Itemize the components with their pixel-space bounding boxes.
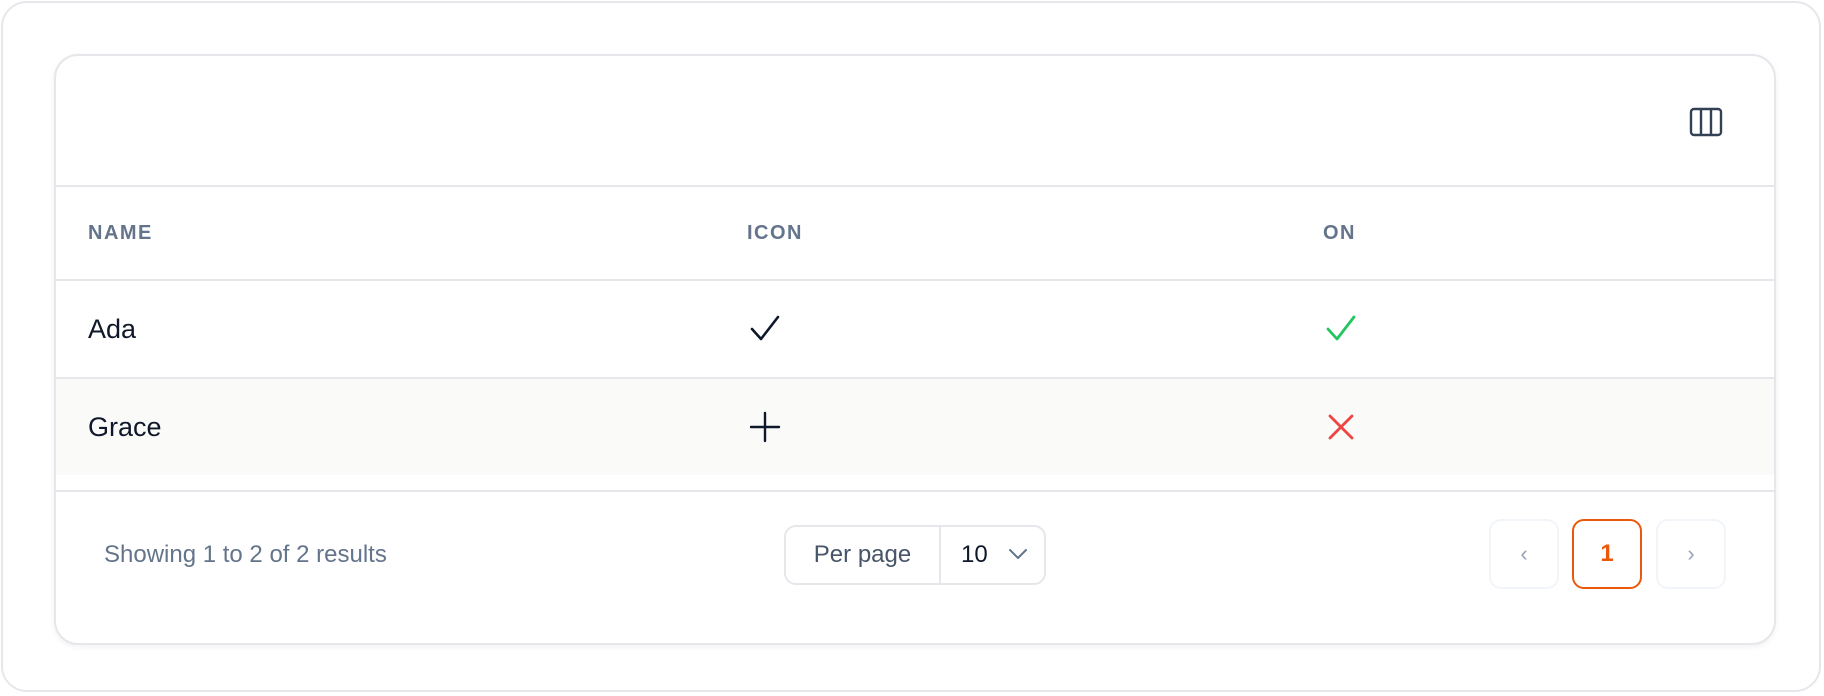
next-page-button[interactable]: ›	[1656, 519, 1726, 589]
row-icon-cell	[747, 379, 783, 475]
row-on-cell	[1323, 281, 1359, 377]
plus-icon	[749, 411, 781, 443]
column-header-on[interactable]: ON	[1323, 187, 1356, 279]
false-x-icon	[1328, 414, 1354, 440]
check-icon	[750, 315, 780, 341]
table-toolbar	[56, 56, 1774, 187]
results-summary: Showing 1 to 2 of 2 results	[104, 541, 387, 568]
columns-icon	[1689, 107, 1723, 137]
column-header-name[interactable]: NAME	[88, 187, 153, 279]
row-on-cell	[1323, 379, 1359, 475]
table-row[interactable]: Grace	[56, 379, 1774, 475]
row-name: Ada	[88, 313, 137, 344]
page-1-button[interactable]: 1	[1572, 519, 1642, 589]
per-page-label: Per page	[786, 527, 941, 583]
per-page-control: Per page 10	[784, 525, 1046, 585]
column-header-icon[interactable]: ICON	[747, 187, 803, 279]
table-card: NAME ICON ON Ada Grace Showing 1 to 2 of…	[54, 54, 1776, 645]
per-page-select[interactable]: 10	[941, 527, 1044, 583]
page-frame: NAME ICON ON Ada Grace Showing 1 to 2 of…	[1, 1, 1821, 692]
table-row[interactable]: Ada	[56, 281, 1774, 379]
table-footer: Showing 1 to 2 of 2 results Per page 10 …	[56, 490, 1774, 643]
table-header: NAME ICON ON	[56, 187, 1774, 281]
column-toggle-button[interactable]	[1686, 102, 1726, 142]
row-name: Grace	[88, 411, 162, 442]
previous-page-button[interactable]: ‹	[1489, 519, 1559, 589]
chevron-down-icon	[1009, 549, 1027, 559]
row-icon-cell	[747, 281, 783, 377]
true-check-icon	[1326, 315, 1356, 341]
per-page-value: 10	[961, 541, 988, 568]
